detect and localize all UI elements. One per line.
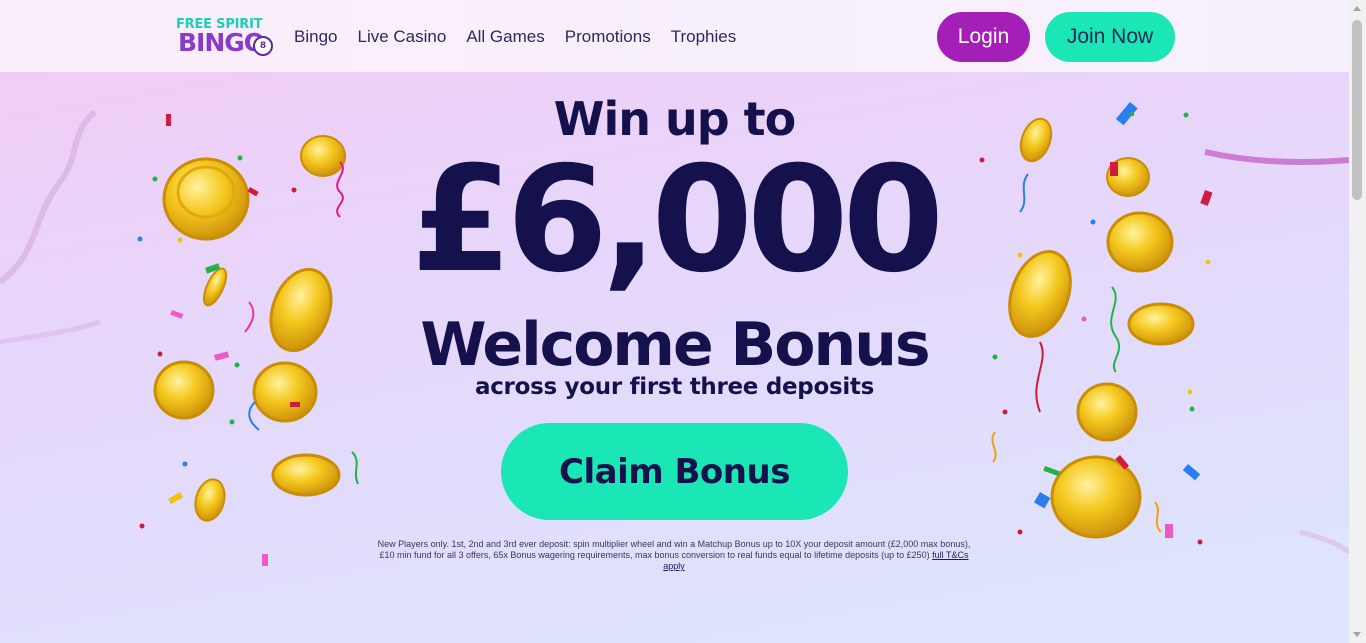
bingo-ball-icon: 8 xyxy=(253,36,273,56)
welcome-bonus-hero: Win up to £6,000 Welcome Bonus across yo… xyxy=(0,72,1349,643)
page-scrollbar[interactable] xyxy=(1349,0,1366,643)
nav-live-casino[interactable]: Live Casino xyxy=(357,27,446,47)
nav-trophies[interactable]: Trophies xyxy=(671,27,737,47)
login-button[interactable]: Login xyxy=(937,12,1030,62)
join-now-button[interactable]: Join Now xyxy=(1045,12,1175,62)
nav-all-games[interactable]: All Games xyxy=(466,27,544,47)
scroll-up-icon[interactable] xyxy=(1353,6,1361,11)
terms-text: New Players only. 1st, 2nd and 3rd ever … xyxy=(372,539,976,572)
scroll-down-icon[interactable] xyxy=(1353,632,1361,637)
claim-bonus-button[interactable]: Claim Bonus xyxy=(501,423,848,520)
hero-bonus-amount: £6,000 xyxy=(410,135,944,305)
site-header: FREE SPIRIT BINGO 8 Bingo Live Casino Al… xyxy=(0,0,1349,72)
scrollbar-thumb[interactable] xyxy=(1352,20,1362,200)
nav-bingo[interactable]: Bingo xyxy=(294,27,337,47)
site-logo[interactable]: FREE SPIRIT BINGO 8 xyxy=(176,17,274,57)
nav-promotions[interactable]: Promotions xyxy=(565,27,651,47)
main-nav: Bingo Live Casino All Games Promotions T… xyxy=(294,27,756,47)
logo-line2: BINGO xyxy=(178,28,265,57)
terms-body: New Players only. 1st, 2nd and 3rd ever … xyxy=(377,539,971,560)
hero-line-welcome: Welcome Bonus xyxy=(420,310,930,380)
hero-subline: across your first three deposits xyxy=(474,374,875,400)
